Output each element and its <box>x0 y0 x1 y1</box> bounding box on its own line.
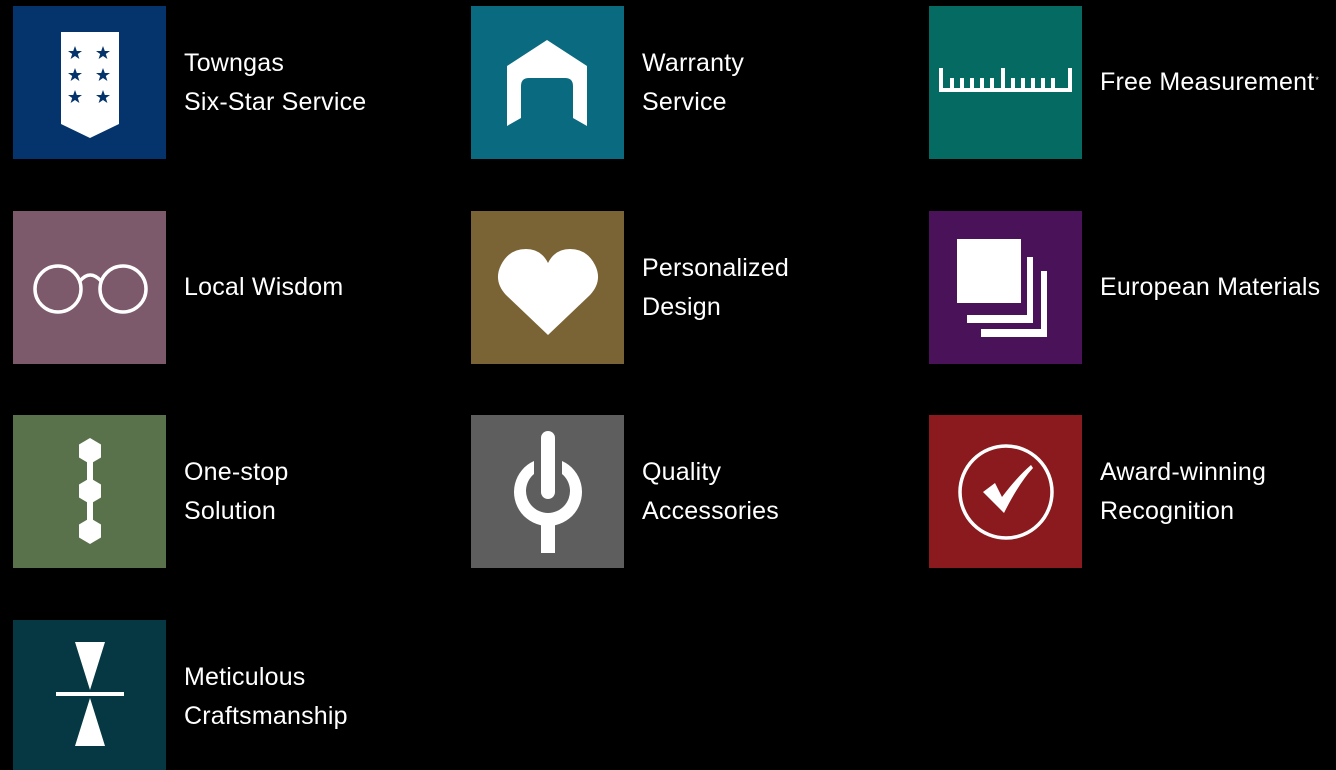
feature-label: Local Wisdom <box>184 268 343 307</box>
feature-tile <box>929 6 1082 159</box>
feature-label-line: Six-Star Service <box>184 87 367 116</box>
feature-award-winning: Award-winning Recognition <box>929 415 1266 568</box>
feature-label-line: Personalized <box>642 253 789 282</box>
heart-icon <box>497 249 599 335</box>
shield-stars-icon <box>61 32 119 138</box>
feature-european-materials: European Materials <box>929 211 1320 364</box>
feature-label: Free Measurement* <box>1100 63 1319 102</box>
feature-tile <box>471 211 624 364</box>
feature-tile <box>471 6 624 159</box>
feature-label-line: Warranty <box>642 48 745 77</box>
feature-tile <box>13 211 166 364</box>
feature-label-line: Recognition <box>1100 496 1235 525</box>
feature-label-line: Meticulous <box>184 662 306 691</box>
feature-label-line: Local Wisdom <box>184 273 344 301</box>
feature-label-line: Towngas <box>184 48 285 77</box>
feature-warranty: Warranty Service <box>471 6 744 159</box>
stacked-squares-icon <box>957 239 1047 337</box>
feature-tile <box>13 620 166 770</box>
feature-tile <box>929 211 1082 364</box>
footnote-marker: * <box>1315 75 1320 85</box>
feature-label-line: Design <box>642 292 722 321</box>
ruler-icon <box>939 68 1072 92</box>
feature-label-text: Free Measurement <box>1100 68 1315 96</box>
feature-tile <box>471 415 624 568</box>
feature-local-wisdom: Local Wisdom <box>13 211 343 364</box>
feature-label-line: Award-winning <box>1100 457 1267 486</box>
feature-measurement: Free Measurement* <box>929 6 1319 159</box>
feature-label-line: Accessories <box>642 496 779 525</box>
feature-meticulous-craftsmanship: Meticulous Craftsmanship <box>13 620 348 770</box>
feature-label-line: Quality <box>642 457 722 486</box>
hexagon-chain-icon <box>79 438 101 544</box>
feature-towngas: Towngas Six-Star Service <box>13 6 366 159</box>
feature-quality-accessories: Quality Accessories <box>471 415 779 568</box>
feature-tile <box>929 415 1082 568</box>
feature-label: One-stop Solution <box>184 453 288 531</box>
feature-label-line: Free Measurement* <box>1100 63 1319 102</box>
feature-tile <box>13 6 166 159</box>
feature-grid: Towngas Six-Star Service Warranty Servic… <box>0 0 1336 770</box>
feature-label: Towngas Six-Star Service <box>184 44 366 122</box>
caliper-icon <box>56 642 124 746</box>
feature-label: European Materials <box>1100 268 1320 307</box>
feature-label: Warranty Service <box>642 44 744 122</box>
feature-label: Award-winning Recognition <box>1100 453 1266 531</box>
glasses-icon <box>33 264 148 314</box>
feature-label-line: Craftsmanship <box>184 701 348 730</box>
feature-one-stop-solution: One-stop Solution <box>13 415 288 568</box>
feature-label-line: Service <box>642 87 727 116</box>
feature-label-line: Solution <box>184 496 276 525</box>
checkmark-circle-icon <box>958 444 1054 540</box>
feature-label: Quality Accessories <box>642 453 779 531</box>
knob-icon <box>514 431 582 553</box>
feature-label-line: European Materials <box>1100 273 1321 301</box>
house-icon <box>507 40 587 126</box>
feature-label-line: One-stop <box>184 457 289 486</box>
feature-personalized-design: Personalized Design <box>471 211 789 364</box>
feature-tile <box>13 415 166 568</box>
feature-label: Personalized Design <box>642 249 789 327</box>
feature-label: Meticulous Craftsmanship <box>184 658 348 736</box>
